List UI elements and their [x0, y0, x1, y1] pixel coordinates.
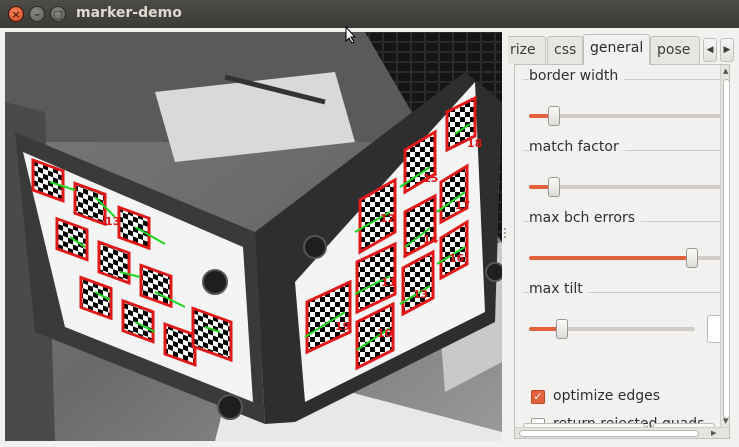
max-bch-errors-slider-knob[interactable] — [685, 248, 698, 268]
max-tilt-slider-knob[interactable] — [556, 319, 569, 339]
marker-label: 14 — [423, 233, 439, 246]
camera-frame-image: 13 18 15 17 12 14 16 11 13 19 10 — [5, 32, 502, 441]
tab-general[interactable]: general — [583, 34, 650, 65]
match-factor-label: match factor — [529, 139, 625, 155]
max-bch-errors-slider-fill — [529, 256, 692, 260]
max-bch-errors-group: max bch errors — [523, 210, 723, 281]
marker-label: 17 — [455, 199, 470, 212]
minimize-window-button[interactable]: – — [29, 6, 45, 22]
horizontal-scrollbar-thumb[interactable] — [519, 430, 699, 437]
marker-label: 13 — [413, 288, 428, 301]
mouse-pointer-icon — [345, 26, 357, 44]
marker-label: 16 — [449, 252, 465, 265]
tab-rize[interactable]: rize — [508, 36, 546, 64]
marker-label: 15 — [423, 172, 438, 185]
max-bch-errors-label: max bch errors — [529, 210, 642, 226]
border-width-slider-knob[interactable] — [548, 106, 561, 126]
marker-label: 11 — [381, 276, 396, 289]
marker-label: 13 — [105, 215, 120, 228]
scroll-down-icon[interactable]: ▼ — [723, 417, 728, 425]
match-factor-slider[interactable] — [529, 177, 723, 197]
maximize-window-button[interactable]: ▢ — [50, 6, 66, 22]
title-bar: × – ▢ marker-demo — [0, 0, 739, 28]
match-factor-slider-knob[interactable] — [548, 177, 561, 197]
settings-panel: rize css general pose ◀ ▶ border width m… — [508, 32, 739, 447]
border-width-slider[interactable] — [529, 106, 723, 126]
tab-scroll-left-button[interactable]: ◀ — [703, 38, 717, 62]
vertical-scrollbar-thumb[interactable] — [723, 79, 729, 419]
marker-label: 18 — [467, 137, 482, 150]
marker-label: 12 — [380, 212, 395, 225]
tab-pose[interactable]: pose — [650, 36, 700, 64]
general-tab-content: border width match factor max bch errors — [514, 64, 730, 439]
app-window: × – ▢ marker-demo 13 18 15 17 12 14 16 1… — [0, 0, 739, 447]
vertical-scrollbar[interactable]: ▲ ▼ — [720, 65, 729, 427]
max-tilt-slider[interactable] — [529, 319, 695, 339]
max-tilt-group: max tilt — [523, 281, 727, 352]
tab-bar: rize css general pose ◀ ▶ — [508, 34, 739, 65]
scroll-right-icon[interactable]: ▶ — [711, 429, 716, 437]
border-width-group: border width — [523, 68, 723, 139]
tab-css[interactable]: css — [547, 36, 583, 64]
optimize-edges-checkbox[interactable]: ✓ — [531, 390, 545, 404]
match-factor-group: match factor — [523, 139, 723, 210]
pane-resize-handle[interactable] — [504, 228, 507, 238]
marker-label: 19 — [335, 320, 350, 333]
optimize-edges-label: optimize edges — [553, 388, 661, 404]
tab-scroll-right-button[interactable]: ▶ — [720, 38, 734, 62]
border-width-label: border width — [529, 68, 625, 84]
window-title: marker-demo — [76, 5, 182, 21]
close-window-button[interactable]: × — [8, 6, 24, 22]
scroll-up-icon[interactable]: ▲ — [723, 67, 728, 75]
marker-label: 10 — [377, 327, 393, 340]
max-tilt-label: max tilt — [529, 281, 589, 297]
camera-view[interactable]: 13 18 15 17 12 14 16 11 13 19 10 — [5, 32, 502, 441]
horizontal-scrollbar[interactable]: ▶ — [515, 427, 729, 438]
max-bch-errors-slider[interactable] — [529, 248, 723, 268]
